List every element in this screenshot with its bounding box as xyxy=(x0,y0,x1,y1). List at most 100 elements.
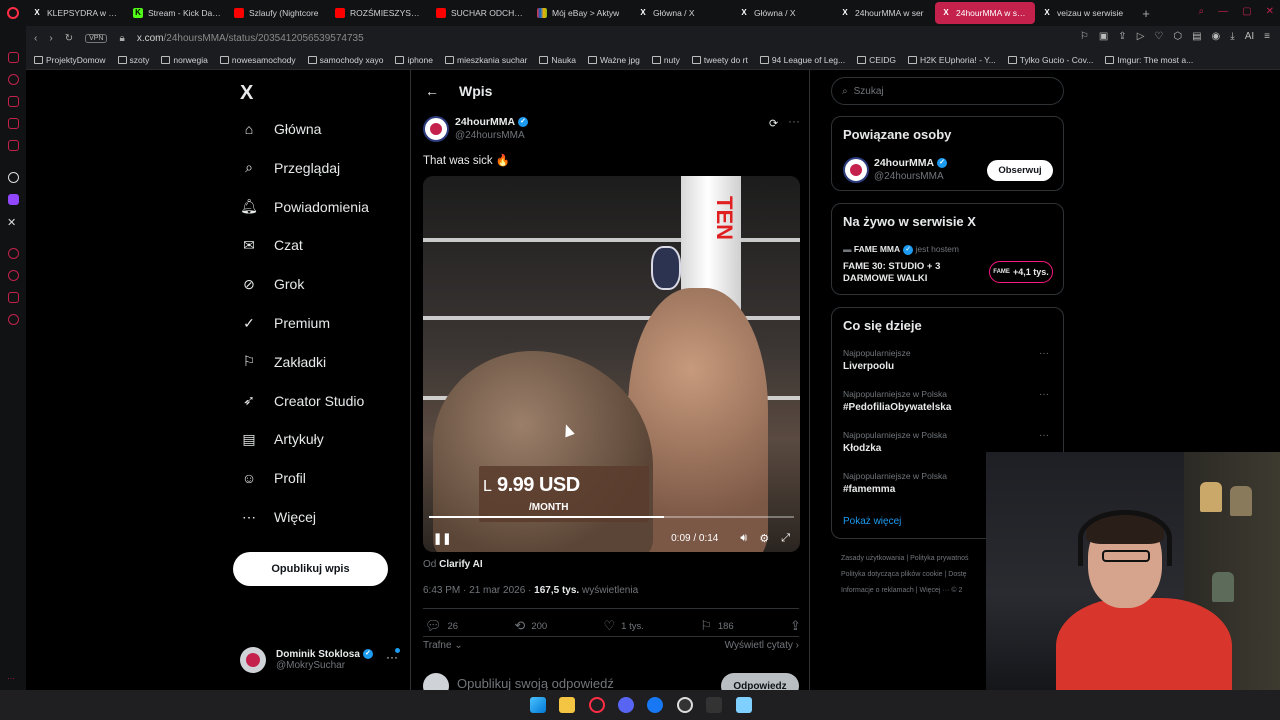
obs-icon[interactable] xyxy=(677,697,693,713)
notepad-icon[interactable] xyxy=(736,697,752,713)
reply-input[interactable]: Opublikuj swoją odpowiedź xyxy=(457,676,614,690)
history-icon[interactable] xyxy=(8,270,19,281)
new-tab-plus-icon[interactable]: + xyxy=(1137,6,1155,21)
maximize-icon[interactable]: ▢ xyxy=(1242,6,1251,17)
account-switcher[interactable]: Dominik Stoklosa ✓ @MokrySuchar ··· xyxy=(240,644,410,676)
footer-link[interactable]: Informacje o reklamach xyxy=(841,587,914,594)
author-avatar[interactable] xyxy=(843,157,869,183)
sidebar-more-icon[interactable]: ··· xyxy=(7,674,15,683)
nav-item-search[interactable]: ⌕ Przeglądaj xyxy=(240,159,340,177)
bookmark-item[interactable]: iphone xyxy=(395,55,433,65)
bookmark-button[interactable]: ⚐ 186 xyxy=(700,618,734,634)
share-button[interactable]: ⇪ xyxy=(790,618,801,634)
share-icon[interactable]: ⇪ xyxy=(1118,31,1126,42)
file-explorer-icon[interactable] xyxy=(559,697,575,713)
settings-gear-icon[interactable]: ⚙ xyxy=(759,532,769,545)
footer-link[interactable]: Polityka dotycząca plików cookie xyxy=(841,571,943,578)
nav-item-bookmark[interactable]: ⚐ Zakładki xyxy=(240,353,326,371)
chatgpt-icon[interactable] xyxy=(8,172,19,183)
nav-item-home[interactable]: ⌂ Główna xyxy=(240,120,322,138)
back-icon[interactable]: ‹ xyxy=(34,33,37,44)
live-listeners-badge[interactable]: FAME +4,1 tys. xyxy=(989,261,1053,283)
nav-item-person[interactable]: ☺ Profil xyxy=(240,469,306,487)
video-player[interactable]: TEN L 9.99 USD /MONTH ❚❚ 0:09 / 0:14 🔊︎ … xyxy=(423,176,800,552)
trend-item[interactable]: Najpopularniejsze w Polska Kłodzka ··· xyxy=(843,430,1053,454)
browser-tab[interactable]: X Główna / X xyxy=(632,2,732,24)
author-name[interactable]: 24hourMMA ✓ xyxy=(455,116,529,128)
twitch-icon[interactable] xyxy=(8,194,19,205)
browser-tab[interactable]: X KLEPSYDRA w ser xyxy=(26,2,126,24)
grok-explain-icon[interactable]: ⟳ xyxy=(769,117,778,130)
nav-item-premium[interactable]: ✓ Premium xyxy=(240,314,330,332)
live-event-title[interactable]: FAME 30: STUDIO + 3 DARMOWE WALKI xyxy=(843,261,983,285)
follow-button[interactable]: Obserwuj xyxy=(987,160,1053,181)
pause-icon[interactable]: ❚❚ xyxy=(433,532,451,545)
bookmark-item[interactable]: nowesamochody xyxy=(219,55,296,65)
browser-tab[interactable]: SUCHAR ODCHOD xyxy=(430,2,530,24)
related-handle[interactable]: @24hoursMMA xyxy=(874,171,944,182)
sidebar-app-icon[interactable] xyxy=(8,118,19,129)
post-button[interactable]: Opublikuj wpis xyxy=(233,552,388,586)
like-button[interactable]: ♡ 1 tys. xyxy=(604,618,644,634)
sidebar-app-icon[interactable] xyxy=(8,292,19,303)
bookmark-item[interactable]: tweety do rt xyxy=(691,55,748,65)
repost-button[interactable]: ⟲ 200 xyxy=(514,618,547,634)
browser-tab[interactable]: Szlaufy (Nightcore xyxy=(228,2,328,24)
nav-item-grok[interactable]: ⊘ Grok xyxy=(240,275,304,293)
post-more-icon[interactable]: ··· xyxy=(788,114,800,128)
footer-link[interactable]: Dostę xyxy=(948,571,966,578)
bookmark-item[interactable]: CEIDG xyxy=(857,55,896,65)
bookmark-item[interactable]: norwegia xyxy=(161,55,208,65)
sidebar-app-icon[interactable] xyxy=(8,96,19,107)
reply-button[interactable]: 💬︎ 26 xyxy=(425,618,458,634)
minimize-icon[interactable]: — xyxy=(1218,6,1228,17)
wallet-icon[interactable]: ▤ xyxy=(1192,31,1201,42)
facebook-icon[interactable] xyxy=(647,697,663,713)
live-host[interactable]: ▬ FAME MMA ✓ jest hostem xyxy=(843,244,959,255)
bookmark-item[interactable]: szoty xyxy=(117,55,149,65)
player-icon[interactable]: ▷ xyxy=(1137,31,1145,42)
vpn-badge[interactable]: VPN xyxy=(85,33,108,43)
url-field[interactable]: x.com/24hoursMMA/status/2035412056539574… xyxy=(137,33,364,44)
bookmark-item[interactable]: samochody xayo xyxy=(307,55,383,65)
reload-icon[interactable]: ↻ xyxy=(65,33,73,44)
trend-more-icon[interactable]: ··· xyxy=(1039,348,1049,359)
advertiser-link[interactable]: Clarify AI xyxy=(439,559,483,570)
footer-link[interactable]: Zasady użytkowania xyxy=(841,555,904,562)
bookmark-item[interactable]: Nauka xyxy=(539,55,576,65)
sidebar-app-icon[interactable] xyxy=(8,140,19,151)
trend-item[interactable]: Najpopularniejsze Liverpoolu ··· xyxy=(843,348,1053,372)
bookmark-item[interactable]: 94 League of Leg... xyxy=(759,55,845,65)
author-handle[interactable]: @24hoursMMA xyxy=(455,130,525,141)
sidebar-app-icon[interactable] xyxy=(8,52,19,63)
browser-tab[interactable]: Xveizau w serwisie xyxy=(1036,2,1136,24)
bookmark-item[interactable]: Ważne jpg xyxy=(587,55,640,65)
opera-browser-icon[interactable] xyxy=(589,697,605,713)
browser-tab[interactable]: X Główna / X xyxy=(733,2,833,24)
snapshot-icon[interactable]: ▣ xyxy=(1099,31,1108,42)
terminal-icon[interactable] xyxy=(706,697,722,713)
search-tabs-icon[interactable]: ⌕ xyxy=(1199,6,1205,17)
author-avatar[interactable] xyxy=(423,116,449,142)
footer-link[interactable]: Polityka prywatnoś xyxy=(910,555,968,562)
sidebar-app-icon[interactable] xyxy=(8,248,19,259)
bookmark-item[interactable]: H2K EUphoria! - Y... xyxy=(908,55,996,65)
profile-icon[interactable]: ◉ xyxy=(1212,31,1221,42)
x-logo[interactable]: X xyxy=(240,82,253,105)
sidebar-app-icon[interactable] xyxy=(8,74,19,85)
menu-icon[interactable]: ≡ xyxy=(1264,31,1270,42)
settings-icon[interactable] xyxy=(8,314,19,325)
nav-item-article[interactable]: ▤ Artykuły xyxy=(240,430,323,448)
heart-icon[interactable]: ♡ xyxy=(1154,31,1163,42)
download-icon[interactable]: ⤓ xyxy=(1230,31,1234,42)
reply-submit-button[interactable]: Odpowiedz xyxy=(721,673,799,690)
bookmark-item[interactable]: ProjektyDomow xyxy=(34,55,106,65)
browser-tab[interactable]: K Stream - Kick Dash xyxy=(127,2,227,24)
browser-tab[interactable]: ROZŚMIESZYSZ N xyxy=(329,2,429,24)
nav-item-bell[interactable]: 🔔︎ Powiadomienia xyxy=(240,198,369,216)
sort-dropdown[interactable]: Trafne ⌄ xyxy=(423,640,463,651)
bookmark-item[interactable]: nuty xyxy=(651,55,680,65)
back-arrow-icon[interactable]: ← xyxy=(425,83,439,99)
trend-item[interactable]: Najpopularniejsze w Polska #PedofiliaObyw… xyxy=(843,389,1053,413)
bookmark-item[interactable]: mieszkania suchar xyxy=(445,55,527,65)
